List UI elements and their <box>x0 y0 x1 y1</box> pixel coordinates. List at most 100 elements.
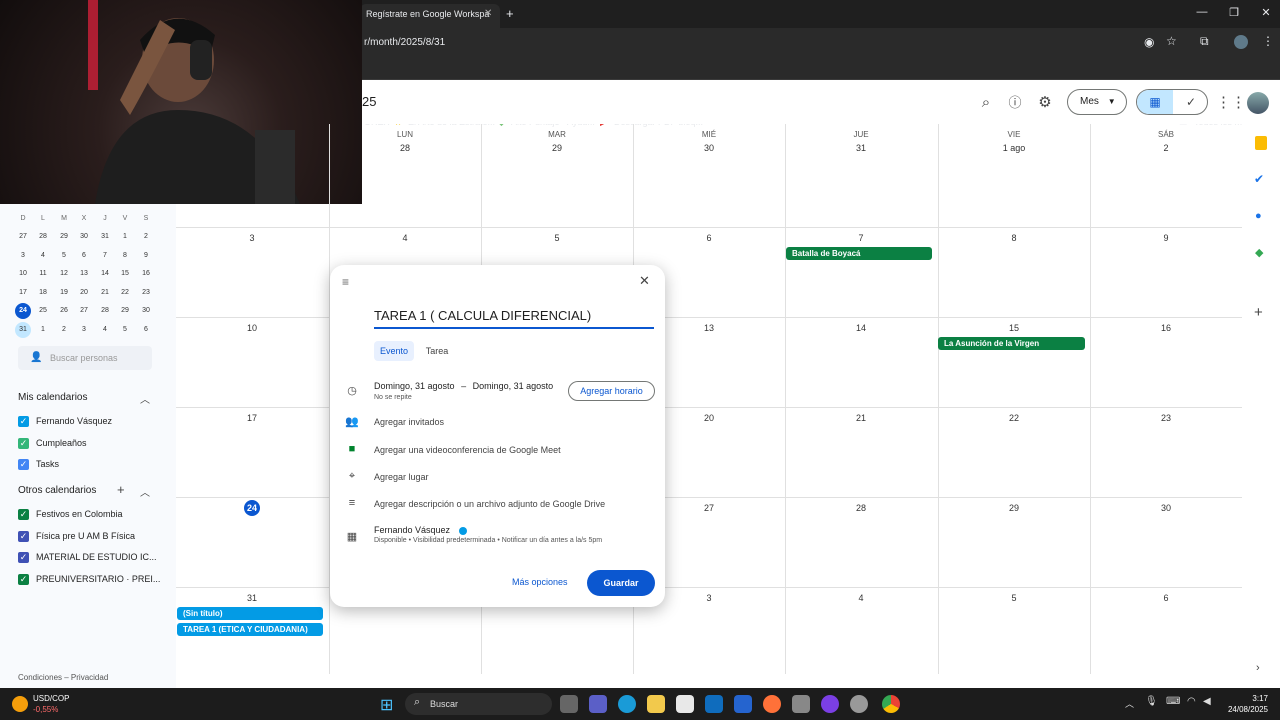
day-number[interactable]: 8 <box>938 233 1090 243</box>
mini-calendar-day[interactable]: 13 <box>76 266 92 282</box>
store-icon[interactable] <box>676 695 694 713</box>
mini-calendar-day[interactable]: 18 <box>35 285 51 301</box>
day-number[interactable]: 16 <box>1090 323 1242 333</box>
checkbox-icon[interactable]: ✓ <box>18 509 29 521</box>
mini-calendar-day[interactable]: 10 <box>15 266 31 282</box>
day-number[interactable]: 5 <box>938 593 1090 603</box>
my-calendars-title[interactable]: Mis calendarios <box>18 392 87 403</box>
checkbox-icon[interactable]: ✓ <box>18 552 29 564</box>
tab-tarea[interactable]: Tarea <box>422 341 452 361</box>
day-number[interactable]: 10 <box>176 323 328 333</box>
terms-privacy-link[interactable]: Condiciones – Privacidad <box>18 673 108 682</box>
mini-calendar-day[interactable]: 30 <box>76 229 92 245</box>
day-number[interactable]: 7 <box>785 233 937 243</box>
more-icon[interactable]: ⋮ <box>1262 34 1274 48</box>
calendar-list-item[interactable]: ✓ Cumpleaños <box>18 438 87 449</box>
calendar-list-item[interactable]: ✓ Fernando Vásquez <box>18 416 112 428</box>
calendar-list-item[interactable]: ✓ Tasks <box>18 459 59 471</box>
add-meet-button[interactable]: Agregar una videoconferencia de Google M… <box>374 445 561 455</box>
mini-calendar-day[interactable]: 3 <box>76 322 92 338</box>
maximize-icon[interactable]: ❐ <box>1224 6 1244 19</box>
mini-calendar-day[interactable]: 30 <box>138 303 154 319</box>
checkbox-icon[interactable]: ✓ <box>18 459 29 471</box>
tasks-view-icon[interactable]: ✓ <box>1173 90 1207 114</box>
day-number[interactable]: 30 <box>633 143 785 153</box>
mini-calendar-day[interactable]: 12 <box>56 266 72 282</box>
checkbox-icon[interactable]: ✓ <box>18 530 29 542</box>
contacts-icon[interactable]: ● <box>1255 210 1262 222</box>
mini-calendar-day[interactable]: 15 <box>117 266 133 282</box>
owner-details[interactable]: Disponible • Visibilidad predeterminada … <box>374 537 602 544</box>
new-tab-button[interactable]: + <box>506 6 514 21</box>
chevron-up-icon[interactable]: ︿ <box>140 484 150 499</box>
mini-calendar-day[interactable]: 31 <box>97 229 113 245</box>
chrome-icon[interactable] <box>882 695 900 713</box>
day-number[interactable]: 23 <box>1090 413 1242 423</box>
day-number[interactable]: 29 <box>938 503 1090 513</box>
day-number[interactable]: 2 <box>1090 143 1242 153</box>
add-calendar-icon[interactable]: + <box>117 482 125 497</box>
settings-app-icon[interactable] <box>850 695 868 713</box>
repeat-setting[interactable]: No se repite <box>374 394 412 401</box>
mini-calendar-day[interactable]: 4 <box>97 322 113 338</box>
day-number[interactable]: 4 <box>785 593 937 603</box>
tray-chevron-icon[interactable]: ︿ <box>1125 697 1134 710</box>
calendar-list-item[interactable]: ✓ Festivos en Colombia <box>18 509 123 521</box>
mini-calendar-day[interactable]: 21 <box>97 285 113 301</box>
star-icon[interactable]: ☆ <box>1166 34 1177 48</box>
event-tarea-etica[interactable]: TAREA 1 (ETICA Y CIUDADANIA) <box>177 623 323 636</box>
keep-icon[interactable] <box>1255 136 1267 150</box>
save-button[interactable]: Guardar <box>587 570 655 596</box>
mini-calendar-day[interactable]: 28 <box>35 229 51 245</box>
day-number[interactable]: 22 <box>938 413 1090 423</box>
maps-icon[interactable]: ◆ <box>1255 246 1263 259</box>
mini-calendar-day[interactable]: 6 <box>138 322 154 338</box>
add-description-field[interactable]: Agregar descripción o un archivo adjunto… <box>374 499 605 509</box>
day-number[interactable]: 17 <box>176 413 328 423</box>
mini-calendar-day[interactable]: 24 <box>15 303 31 319</box>
outlook-icon[interactable] <box>705 695 723 713</box>
mini-calendar-day[interactable]: 22 <box>117 285 133 301</box>
day-number[interactable]: 31 <box>785 143 937 153</box>
extensions-icon[interactable]: ⧉ <box>1200 34 1209 49</box>
browser-tab[interactable]: Regístrate en Google Workspa ✕ <box>360 4 500 28</box>
microphone-icon[interactable]: 🎙 <box>1145 696 1158 707</box>
other-calendars-title[interactable]: Otros calendarios <box>18 485 96 496</box>
mini-calendar-day[interactable]: 23 <box>138 285 154 301</box>
mini-calendar-day[interactable]: 3 <box>15 248 31 264</box>
mini-calendar-day[interactable]: 20 <box>76 285 92 301</box>
search-people-field[interactable]: 👤 Buscar personas <box>18 346 152 370</box>
day-number[interactable]: 31 <box>176 593 328 603</box>
windows-start-icon[interactable]: ⊞ <box>380 695 393 715</box>
mini-calendar-day[interactable]: 4 <box>35 248 51 264</box>
close-tab-icon[interactable]: ✕ <box>484 4 492 24</box>
add-guests-field[interactable]: Agregar invitados <box>374 417 444 427</box>
volume-icon[interactable]: ◀ <box>1203 696 1211 707</box>
profile-avatar[interactable] <box>1234 35 1248 49</box>
help-icon[interactable]: ⓘ <box>1006 94 1024 112</box>
calendar-list-item[interactable]: ✓ PREUNIVERSITARIO · PREI... <box>18 574 160 585</box>
teams-icon[interactable] <box>589 695 607 713</box>
mini-calendar-day[interactable]: 6 <box>76 248 92 264</box>
account-avatar[interactable] <box>1247 92 1269 114</box>
gear-icon[interactable]: ⚙ <box>1036 94 1054 112</box>
event-title-input[interactable]: TAREA 1 ( CALCULA DIFERENCIAL) <box>374 307 654 329</box>
taskbar-search[interactable]: ⌕ Buscar <box>405 693 552 715</box>
today-marker[interactable]: 24 <box>244 500 260 516</box>
day-number[interactable]: 5 <box>481 233 633 243</box>
day-number[interactable]: 4 <box>329 233 481 243</box>
mini-calendar-day[interactable]: 8 <box>117 248 133 264</box>
more-options-button[interactable]: Más opciones <box>512 577 568 587</box>
photos-icon[interactable] <box>792 695 810 713</box>
event-batalla-boyaca[interactable]: Batalla de Boyacá <box>786 247 932 260</box>
apps-grid-icon[interactable]: ⋮⋮ <box>1216 94 1246 112</box>
mini-calendar-day[interactable]: 19 <box>56 285 72 301</box>
mini-calendar-day[interactable]: 29 <box>117 303 133 319</box>
add-time-button[interactable]: Agregar horario <box>568 381 655 401</box>
day-number[interactable]: 1 ago <box>938 143 1090 153</box>
mini-calendar-day[interactable]: 5 <box>117 322 133 338</box>
tasks-icon[interactable]: ✔ <box>1254 172 1264 186</box>
mini-calendar-day[interactable]: 2 <box>138 229 154 245</box>
checkbox-icon[interactable]: ✓ <box>18 437 29 449</box>
calendar-owner[interactable]: Fernando Vásquez <box>374 525 467 535</box>
